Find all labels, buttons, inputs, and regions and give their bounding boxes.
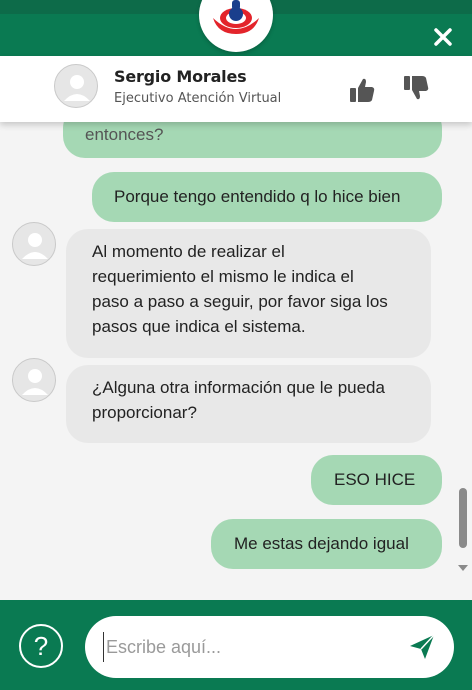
avatar-icon — [12, 358, 56, 402]
close-icon — [434, 28, 452, 46]
scroll-thumb[interactable] — [459, 488, 467, 548]
brand-logo — [199, 0, 273, 52]
message-user: Me estas dejando igual — [211, 519, 442, 569]
message-text: entonces? — [85, 125, 164, 144]
help-button[interactable]: ? — [19, 624, 63, 668]
scroll-down-icon[interactable] — [457, 562, 469, 574]
message-text: Al momento de realizar el requerimiento … — [92, 242, 388, 336]
thumbs-up-icon[interactable] — [348, 76, 376, 104]
message-user: ESO HICE — [311, 455, 442, 505]
message-input[interactable] — [103, 632, 393, 662]
avatar-icon — [12, 222, 56, 266]
message-user: entonces? — [63, 122, 442, 158]
close-button[interactable] — [428, 22, 458, 52]
help-label: ? — [33, 630, 49, 661]
input-container — [85, 616, 454, 678]
message-text: ESO HICE — [334, 470, 416, 489]
chat-area: entonces? Porque tengo entendido q lo hi… — [0, 122, 472, 600]
send-icon[interactable] — [407, 632, 437, 662]
message-user: Porque tengo entendido q lo hice bien — [92, 172, 442, 222]
message-text: Porque tengo entendido q lo hice bien — [114, 187, 401, 206]
message-text: Me estas dejando igual — [234, 534, 409, 553]
avatar-icon — [54, 64, 98, 108]
message-text: ¿Alguna otra información que le pueda pr… — [92, 378, 385, 422]
agent-card: Sergio Morales Ejecutivo Atención Virtua… — [0, 56, 472, 122]
message-agent: ¿Alguna otra información que le pueda pr… — [66, 365, 431, 443]
thumbs-down-icon[interactable] — [402, 74, 430, 102]
chat-scrollbar[interactable] — [457, 122, 469, 600]
agent-name: Sergio Morales — [114, 67, 247, 86]
footer-bar: ? — [0, 600, 472, 690]
message-agent: Al momento de realizar el requerimiento … — [66, 229, 431, 358]
agent-role: Ejecutivo Atención Virtual — [114, 91, 282, 106]
